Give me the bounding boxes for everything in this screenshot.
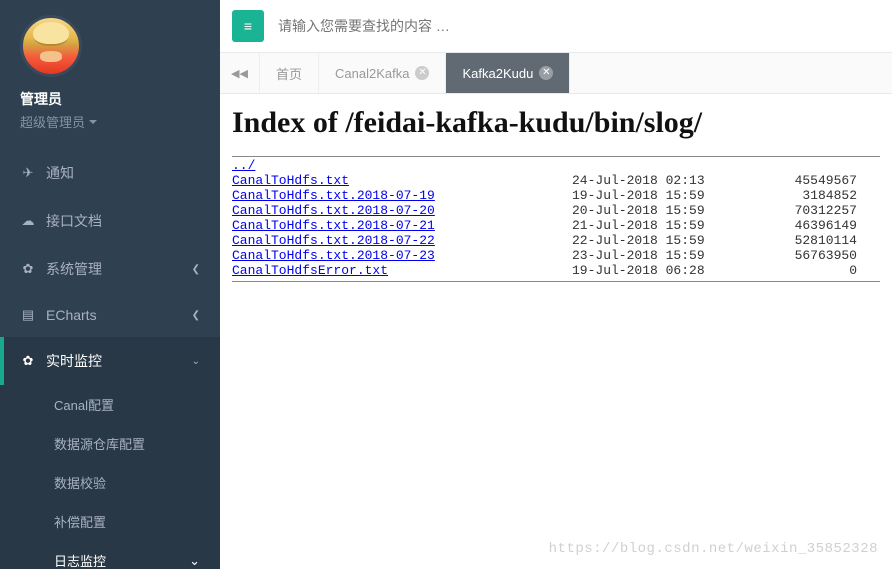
file-date: 22-Jul-2018 15:59: [572, 234, 757, 249]
file-link[interactable]: CanalToHdfs.txt: [232, 174, 349, 188]
file-size: 46396149: [757, 219, 857, 234]
file-date: 19-Jul-2018 06:28: [572, 264, 757, 279]
topbar: ≡: [220, 0, 892, 53]
nav-notify[interactable]: ✈ 通知: [0, 149, 220, 197]
sidebar: 管理员 超级管理员 ✈ 通知 ☁ 接口文档 ✿ 系统管理 ❮ ▤ EChar: [0, 0, 220, 569]
file-link[interactable]: ../: [232, 159, 255, 173]
cloud-icon: ☁: [20, 213, 36, 229]
listing-row: CanalToHdfs.txt 24-Jul-2018 02:1345549567: [232, 174, 880, 189]
listing-row: CanalToHdfsError.txt 19-Jul-2018 06:280: [232, 264, 880, 279]
file-date: 20-Jul-2018 15:59: [572, 204, 757, 219]
tab-home[interactable]: 首页: [260, 53, 319, 93]
file-size: 3184852: [757, 189, 857, 204]
main-nav: ✈ 通知 ☁ 接口文档 ✿ 系统管理 ❮ ▤ ECharts ❮ ✿ 实时监控 …: [0, 149, 220, 385]
avatar: [20, 15, 82, 77]
nav-monitor[interactable]: ✿ 实时监控 ⌄: [0, 337, 220, 385]
book-icon: ▤: [20, 307, 36, 323]
subnav-datasource[interactable]: 数据源仓库配置: [0, 424, 220, 463]
listing-row: CanalToHdfs.txt.2018-07-20 20-Jul-2018 15…: [232, 204, 880, 219]
file-link[interactable]: CanalToHdfs.txt.2018-07-19: [232, 189, 435, 203]
page-title: Index of /feidai-kafka-kudu/bin/slog/: [232, 106, 880, 140]
file-size: 52810114: [757, 234, 857, 249]
chevron-down-icon: ⌄: [189, 553, 200, 569]
listing-row: CanalToHdfs.txt.2018-07-23 23-Jul-2018 15…: [232, 249, 880, 264]
subnav-validate[interactable]: 数据校验: [0, 463, 220, 502]
file-link[interactable]: CanalToHdfs.txt.2018-07-22: [232, 234, 435, 248]
subnav-compensate[interactable]: 补偿配置: [0, 502, 220, 541]
tab-kafka2kudu[interactable]: Kafka2Kudu ✕: [446, 53, 570, 93]
watermark: https://blog.csdn.net/weixin_35852328: [549, 541, 878, 557]
monitor-subnav: Canal配置 数据源仓库配置 数据校验 补偿配置 日志监控 ⌄ Canal2K…: [0, 385, 220, 569]
file-date: 19-Jul-2018 15:59: [572, 189, 757, 204]
file-size: [757, 159, 857, 174]
profile: 管理员 超级管理员: [0, 0, 220, 141]
content: Index of /feidai-kafka-kudu/bin/slog/ ..…: [220, 94, 892, 569]
paper-plane-icon: ✈: [20, 165, 36, 181]
double-chevron-left-icon: ◀◀: [231, 67, 248, 80]
file-date: 21-Jul-2018 15:59: [572, 219, 757, 234]
tab-bar: ◀◀ 首页 Canal2Kafka ✕ Kafka2Kudu ✕: [220, 53, 892, 94]
directory-listing: ../CanalToHdfs.txt 24-Jul-2018 02:1345549…: [232, 156, 880, 282]
listing-row: CanalToHdfs.txt.2018-07-19 19-Jul-2018 15…: [232, 189, 880, 204]
file-link[interactable]: CanalToHdfsError.txt: [232, 264, 388, 278]
listing-row: ../: [232, 159, 880, 174]
search-input[interactable]: [278, 18, 880, 34]
chevron-down-icon: ⌄: [192, 356, 200, 367]
file-size: 70312257: [757, 204, 857, 219]
file-link[interactable]: CanalToHdfs.txt.2018-07-23: [232, 249, 435, 263]
bars-icon: ≡: [244, 18, 252, 34]
menu-toggle-button[interactable]: ≡: [232, 10, 264, 42]
file-size: 45549567: [757, 174, 857, 189]
file-link[interactable]: CanalToHdfs.txt.2018-07-20: [232, 204, 435, 218]
gear-icon: ✿: [20, 353, 36, 369]
tab-canal2kafka[interactable]: Canal2Kafka ✕: [319, 53, 446, 93]
role-dropdown[interactable]: 超级管理员: [20, 112, 200, 131]
chevron-left-icon: ❮: [192, 310, 200, 321]
nav-api-docs[interactable]: ☁ 接口文档: [0, 197, 220, 245]
file-link[interactable]: CanalToHdfs.txt.2018-07-21: [232, 219, 435, 233]
listing-row: CanalToHdfs.txt.2018-07-21 21-Jul-2018 15…: [232, 219, 880, 234]
close-icon[interactable]: ✕: [415, 66, 429, 80]
file-date: [572, 159, 757, 174]
file-size: 0: [757, 264, 857, 279]
chevron-left-icon: ❮: [192, 264, 200, 275]
listing-row: CanalToHdfs.txt.2018-07-22 22-Jul-2018 15…: [232, 234, 880, 249]
close-icon[interactable]: ✕: [539, 66, 553, 80]
subnav-log-monitor[interactable]: 日志监控 ⌄: [0, 541, 220, 569]
tab-scroll-left[interactable]: ◀◀: [220, 53, 260, 93]
role-label: 超级管理员: [20, 112, 85, 131]
gear-icon: ✿: [20, 261, 36, 277]
file-date: 24-Jul-2018 02:13: [572, 174, 757, 189]
caret-down-icon: [89, 120, 97, 124]
subnav-canal-config[interactable]: Canal配置: [0, 385, 220, 424]
file-date: 23-Jul-2018 15:59: [572, 249, 757, 264]
nav-system[interactable]: ✿ 系统管理 ❮: [0, 245, 220, 293]
nav-echarts[interactable]: ▤ ECharts ❮: [0, 293, 220, 337]
username: 管理员: [20, 89, 200, 109]
file-size: 56763950: [757, 249, 857, 264]
main: ≡ ◀◀ 首页 Canal2Kafka ✕ Kafka2Kudu ✕ Index…: [220, 0, 892, 569]
